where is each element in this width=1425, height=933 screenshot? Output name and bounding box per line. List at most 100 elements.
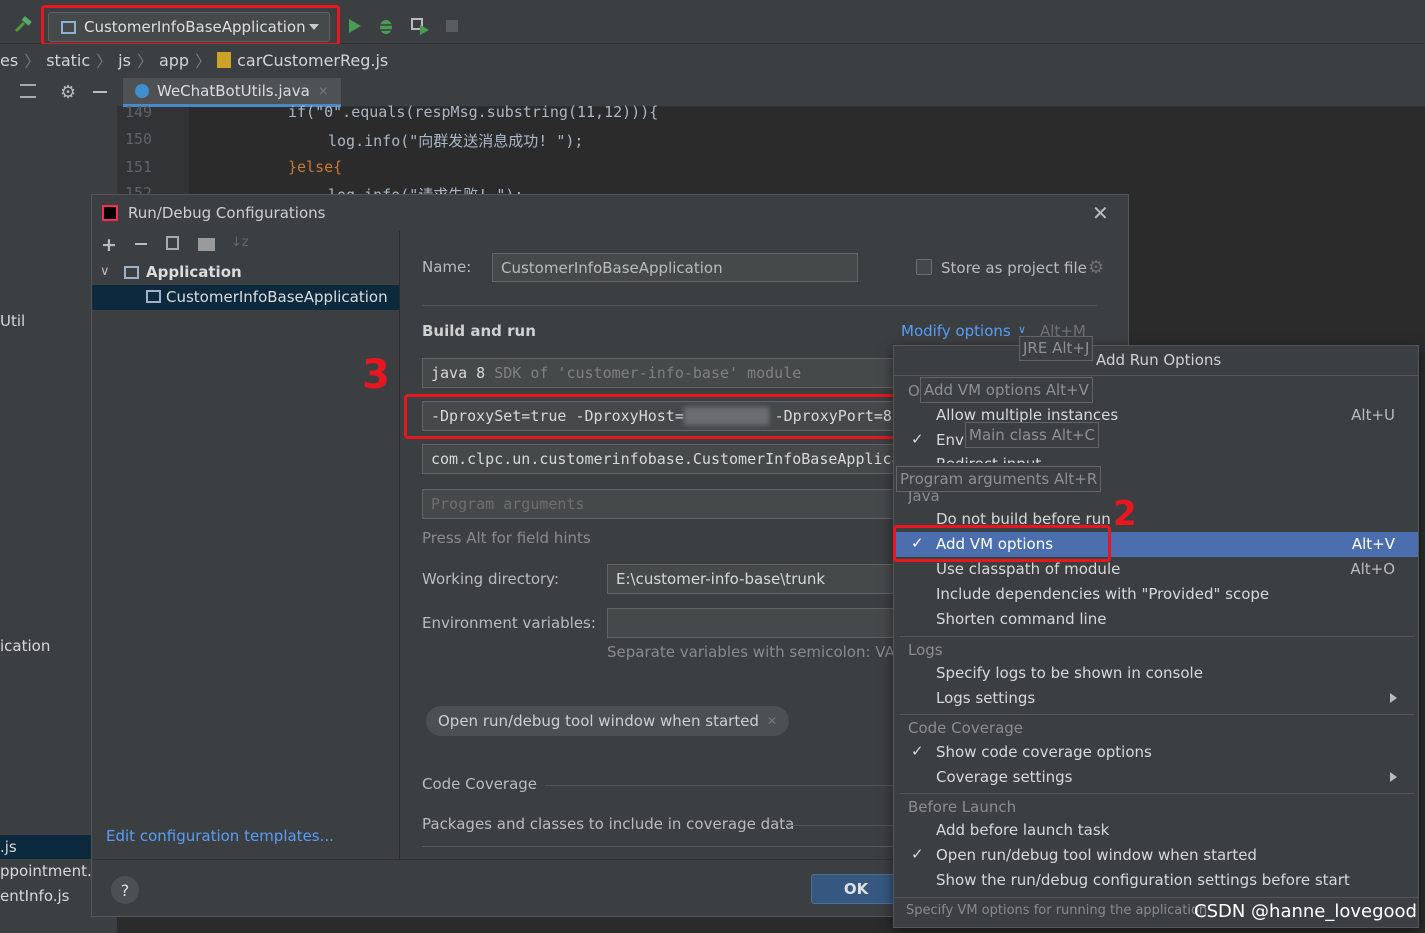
add-config-icon[interactable]: + [101,234,117,256]
watermark: CSDN @hanne_lovegood [1194,901,1417,922]
annotation-box-vm-options [404,394,907,439]
help-button[interactable]: ? [111,876,139,904]
coverage-packages-label: Packages and classes to include in cover… [422,815,795,833]
chevron-right-icon: 〉 [96,52,113,71]
option-add-before-launch[interactable]: Add before launch task [936,821,1109,839]
divider [900,636,1414,637]
hint-add-vm: Add VM options Alt+V [920,377,1093,403]
project-item[interactable]: ppointment.js [0,862,104,880]
code-coverage-heading: Code Coverage [422,775,538,793]
breadcrumb-item[interactable]: es [0,51,18,70]
chevron-right-icon: 〉 [24,52,41,71]
jre-value: java 8 [431,364,486,382]
group-logs: Logs [908,641,943,659]
debug-bug-icon[interactable] [377,17,395,39]
name-field[interactable]: CustomerInfoBaseApplication [492,253,858,282]
option-logs-settings[interactable]: Logs settings [936,689,1035,707]
stop-icon[interactable] [446,20,458,32]
option-coverage-settings[interactable]: Coverage settings [936,768,1072,786]
code-line[interactable]: }else{ [288,158,342,176]
hint-main-class: Main class Alt+C [965,422,1099,448]
checkmark-icon: ✓ [911,430,924,448]
intellij-logo-icon [102,205,118,221]
remove-config-icon[interactable] [135,243,147,245]
annotation-number-2: 2 [1113,494,1137,534]
option-open-tool-window[interactable]: Open run/debug tool window when started [936,846,1257,864]
breadcrumb-item[interactable]: app [159,51,189,70]
checkmark-icon: ✓ [911,845,924,863]
store-as-project-label: Store as project file [941,259,1087,277]
ok-button[interactable]: OK [811,874,901,904]
working-directory-field[interactable]: E:\customer-info-base\trunk [607,564,902,594]
open-tool-window-chip-label: Open run/debug tool window when started [438,712,759,730]
option-show-coverage[interactable]: Show code coverage options [936,743,1152,761]
collapse-all-icon[interactable] [20,84,36,98]
tree-item-customer-info-base[interactable]: CustomerInfoBaseApplication [166,288,388,306]
breadcrumb: es 〉 static 〉 js 〉 app 〉 carCustomerReg.js [0,44,1425,76]
code-line[interactable]: log.info("向群发送消息成功! "); [328,130,583,151]
java-class-icon [135,84,149,98]
dialog-titlebar: Run/Debug Configurations [91,195,1129,231]
close-icon[interactable]: ✕ [1092,201,1109,225]
coverage-icon[interactable] [410,17,430,39]
project-item[interactable]: ication [0,637,50,655]
sort-icon[interactable]: ↓z [231,235,249,250]
environment-variables-label: Environment variables: [422,614,596,632]
hint-program-arguments: Program arguments Alt+R [896,466,1102,492]
settings-gear-icon[interactable]: ⚙ [60,82,76,103]
gear-icon[interactable]: ⚙ [1088,257,1104,278]
popup-group-o: O [908,382,920,400]
modify-options-link[interactable]: Modify options [901,322,1011,340]
submenu-arrow-icon [1390,693,1397,703]
jre-field[interactable]: java 8 SDK of 'customer-info-base' modul… [422,358,902,388]
option-use-classpath[interactable]: Use classpath of module [936,560,1120,578]
chevron-down-icon: ∨ [1018,323,1027,336]
environment-variables-field[interactable] [607,608,902,638]
chevron-down-icon[interactable]: ∨ [100,264,110,279]
option-specify-logs[interactable]: Specify logs to be shown in console [936,664,1203,682]
tree-root-application[interactable]: Application [146,263,242,281]
close-icon[interactable]: × [318,84,329,99]
option-include-provided[interactable]: Include dependencies with "Provided" sco… [936,585,1269,603]
option-shorten-command-line[interactable]: Shorten command line [936,610,1106,628]
coverage-packages-list[interactable] [422,846,895,858]
project-item[interactable]: Util [0,312,25,330]
popup-title: Add Run Options [1096,351,1222,369]
build-hammer-icon[interactable] [13,16,33,34]
group-code-coverage: Code Coverage [908,719,1024,737]
breadcrumb-item[interactable]: carCustomerReg.js [237,51,388,70]
breadcrumb-item[interactable]: static [46,51,90,70]
program-arguments-field[interactable]: Program arguments [422,489,902,519]
hint-jre: JRE Alt+J [1019,336,1094,361]
name-value: CustomerInfoBaseApplication [501,258,723,277]
main-class-field[interactable]: com.clpc.un.customerinfobase.CustomerInf… [422,444,902,474]
edit-templates-link[interactable]: Edit configuration templates... [106,827,334,845]
option-environment[interactable]: Envi [936,431,968,449]
build-and-run-heading: Build and run [422,322,536,340]
breadcrumb-item[interactable]: js [118,51,131,70]
group-before-launch: Before Launch [908,798,1017,816]
hide-panel-icon[interactable] [93,91,107,93]
name-label: Name: [422,258,472,276]
close-icon[interactable]: ✕ [767,714,777,728]
annotation-box-add-vm [893,525,1111,562]
divider [900,793,1414,794]
copy-config-icon[interactable] [166,236,179,250]
code-line[interactable]: if("0".equals(respMsg.substring(11,12)))… [288,103,658,121]
project-item[interactable]: .js [0,838,17,856]
environment-variables-hint: Separate variables with semicolon: VAR [607,643,906,661]
option-show-settings-before-start[interactable]: Show the run/debug configuration setting… [936,871,1350,889]
project-item[interactable]: entInfo.js [0,887,70,905]
divider [545,785,895,786]
option-redirect-input[interactable]: Redirect input [936,455,1041,463]
popup-footer-hint: Specify VM options for running the appli… [906,903,1208,918]
move-to-folder-icon[interactable] [198,238,215,251]
working-directory-value: E:\customer-info-base\trunk [616,570,826,588]
store-as-project-checkbox[interactable] [916,259,932,275]
open-tool-window-chip[interactable]: Open run/debug tool window when started … [426,706,790,736]
divider [894,897,1418,898]
group-java: Java [908,491,940,505]
run-icon[interactable] [348,18,362,38]
js-file-icon [217,52,232,68]
submenu-arrow-icon [1390,772,1397,782]
